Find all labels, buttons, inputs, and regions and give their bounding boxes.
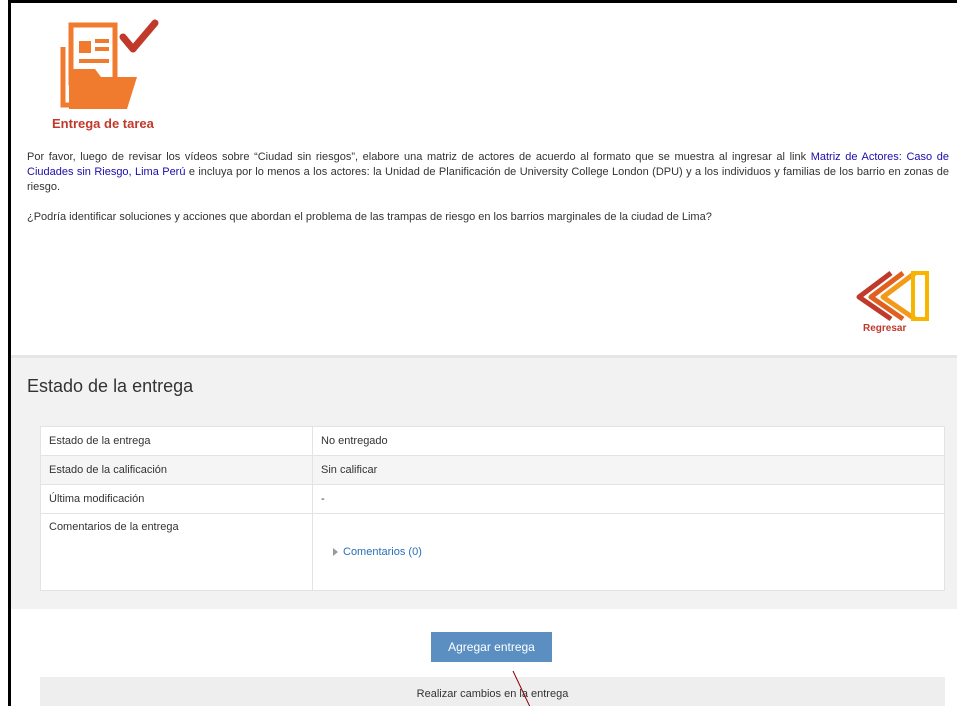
row-value: Comentarios (0) <box>312 513 945 591</box>
row-label: Última modificación <box>40 484 313 514</box>
description-text-before: Por favor, luego de revisar los vídeos s… <box>27 151 811 163</box>
document-folder-check-icon <box>60 19 159 109</box>
back-button[interactable]: Regresar <box>851 269 931 341</box>
task-question: ¿Podría identificar soluciones y accione… <box>27 211 712 223</box>
row-label: Comentarios de la entrega <box>40 513 313 591</box>
add-submission-button[interactable]: Agregar entrega <box>431 632 552 662</box>
status-table: Estado de la entrega No entregado Estado… <box>40 426 945 591</box>
back-label: Regresar <box>863 323 907 334</box>
row-value: - <box>312 484 945 514</box>
status-heading: Estado de la entrega <box>27 376 194 396</box>
row-value: Sin calificar <box>312 455 945 485</box>
submission-actions: Agregar entrega Realizar cambios en la e… <box>11 609 957 706</box>
back-arrows-icon <box>856 271 929 322</box>
task-description: Por favor, luego de revisar los vídeos s… <box>27 150 949 195</box>
expand-triangle-icon <box>333 548 338 557</box>
task-title: Entrega de tarea <box>52 116 154 131</box>
table-row: Última modificación - <box>40 484 945 514</box>
assignment-intro: Entrega de tarea Por favor, luego de rev… <box>11 3 957 355</box>
comments-toggle[interactable]: Comentarios (0) <box>333 546 422 558</box>
row-label: Estado de la entrega <box>40 426 313 456</box>
row-label: Estado de la calificación <box>40 455 313 485</box>
submission-status-panel: Estado de la entrega Estado de la entreg… <box>11 355 957 609</box>
table-row: Estado de la calificación Sin calificar <box>40 455 945 485</box>
comments-label: Comentarios (0) <box>343 546 422 558</box>
page-frame: Entrega de tarea Por favor, luego de rev… <box>8 0 957 706</box>
make-changes-text: Realizar cambios en la entrega <box>40 677 945 706</box>
table-row: Comentarios de la entrega Comentarios (0… <box>40 513 945 591</box>
row-value: No entregado <box>312 426 945 456</box>
table-row: Estado de la entrega No entregado <box>40 426 945 456</box>
